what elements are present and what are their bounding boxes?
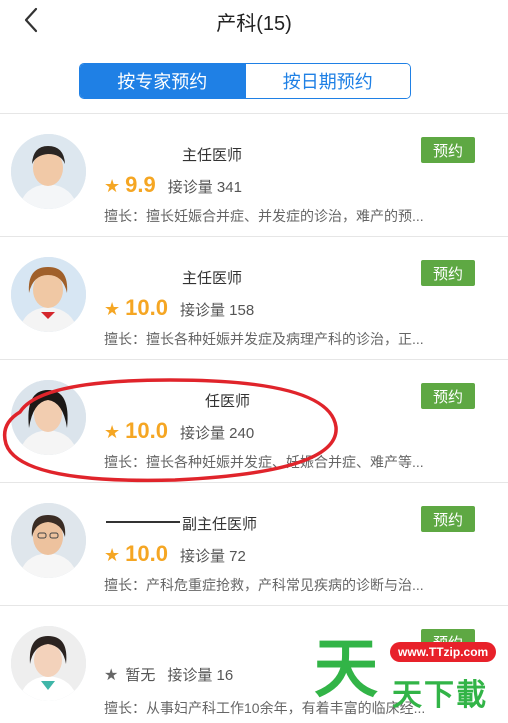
doctor-avatar bbox=[11, 257, 86, 332]
rating-score: 10.0 bbox=[125, 295, 168, 320]
rating-row: ★ 10.0 接诊量 72 bbox=[104, 541, 246, 569]
rating-score: 10.0 bbox=[125, 541, 168, 566]
visit-count: 接诊量 240 bbox=[179, 425, 255, 442]
book-button[interactable]: 预约 bbox=[421, 260, 475, 286]
doctor-specialty: 擅长：产科危重症抢救，产科常见疾病的诊断与治... bbox=[104, 577, 424, 593]
rating-score: 10.0 bbox=[125, 418, 168, 443]
rating-row: ★ 10.0 接诊量 158 bbox=[104, 295, 254, 323]
redacted-name-mark bbox=[106, 521, 180, 523]
doctor-avatar bbox=[11, 503, 86, 578]
doctor-title: 任医师 bbox=[205, 393, 251, 410]
page-title: 产科(15) bbox=[216, 13, 292, 35]
visit-count: 接诊量 72 bbox=[179, 548, 246, 565]
doctor-avatar bbox=[11, 380, 86, 455]
doctor-card[interactable]: ★ 暂无 接诊量 16 擅长：从事妇产科工作10余年，有着丰富的临床经... 预… bbox=[0, 606, 508, 723]
doctor-title: 主任医师 bbox=[182, 147, 243, 164]
doctor-list: 主任医师 ★ 9.9 接诊量 341 擅长：擅长妊娠合并症、并发症的诊治，难产的… bbox=[0, 113, 508, 723]
nav-bar: 产科(15) bbox=[0, 0, 508, 44]
star-icon: ★ bbox=[104, 545, 121, 565]
rating-score: 暂无 bbox=[125, 667, 156, 684]
doctor-avatar bbox=[11, 134, 86, 209]
doctor-card[interactable]: 副主任医师 ★ 10.0 接诊量 72 擅长：产科危重症抢救，产科常见疾病的诊断… bbox=[0, 483, 508, 606]
doctor-title: 副主任医师 bbox=[182, 516, 258, 533]
rating-score: 9.9 bbox=[125, 172, 156, 197]
doctor-specialty: 擅长：擅长各种妊娠并发症、妊娠合并症、难产等... bbox=[104, 454, 424, 470]
visit-count: 接诊量 341 bbox=[167, 179, 242, 196]
rating-row: ★ 暂无 接诊量 16 bbox=[104, 664, 233, 692]
star-icon: ★ bbox=[104, 299, 121, 319]
doctor-title: 主任医师 bbox=[182, 270, 243, 287]
doctor-avatar bbox=[11, 626, 86, 701]
doctor-card[interactable]: 主任医师 ★ 9.9 接诊量 341 擅长：擅长妊娠合并症、并发症的诊治，难产的… bbox=[0, 114, 508, 237]
book-button[interactable]: 预约 bbox=[421, 137, 475, 163]
star-icon: ★ bbox=[104, 422, 121, 442]
booking-mode-tabs: 按专家预约 按日期预约 bbox=[79, 63, 411, 99]
book-button[interactable]: 预约 bbox=[421, 383, 475, 409]
rating-row: ★ 10.0 接诊量 240 bbox=[104, 418, 254, 446]
visit-count: 接诊量 16 bbox=[167, 667, 234, 684]
book-button[interactable]: 预约 bbox=[421, 629, 475, 655]
book-button[interactable]: 预约 bbox=[421, 506, 475, 532]
doctor-specialty: 擅长：擅长各种妊娠并发症及病理产科的诊治，正... bbox=[104, 331, 424, 347]
tab-by-expert[interactable]: 按专家预约 bbox=[80, 64, 245, 98]
doctor-specialty: 擅长：从事妇产科工作10余年，有着丰富的临床经... bbox=[104, 700, 426, 716]
doctor-card[interactable]: 主任医师 ★ 10.0 接诊量 158 擅长：擅长各种妊娠并发症及病理产科的诊治… bbox=[0, 237, 508, 360]
star-icon: ★ bbox=[104, 176, 121, 196]
tab-by-date[interactable]: 按日期预约 bbox=[244, 64, 410, 98]
visit-count: 接诊量 158 bbox=[179, 302, 255, 319]
doctor-specialty: 擅长：擅长妊娠合并症、并发症的诊治，难产的预... bbox=[104, 208, 424, 224]
rating-row: ★ 9.9 接诊量 341 bbox=[104, 172, 242, 200]
doctor-card[interactable]: 任医师 ★ 10.0 接诊量 240 擅长：擅长各种妊娠并发症、妊娠合并症、难产… bbox=[0, 360, 508, 483]
star-icon: ★ bbox=[104, 667, 119, 684]
